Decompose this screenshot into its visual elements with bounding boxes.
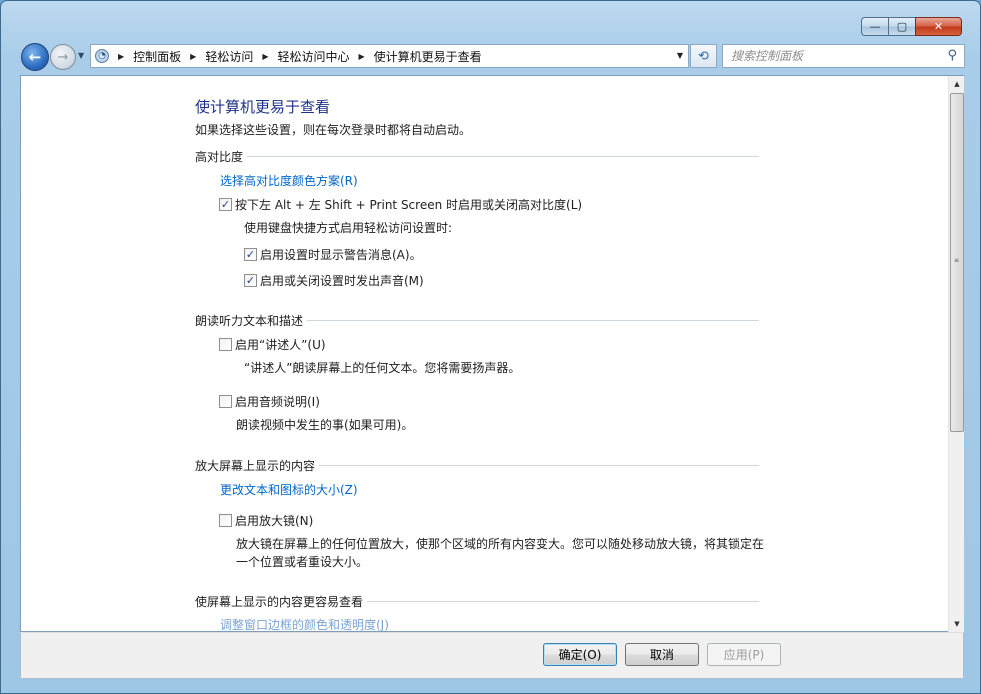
breadcrumb-separator-icon[interactable]: ▶ <box>262 52 268 61</box>
magnifier-description-line1: 放大镜在屏幕上的任何位置放大，使那个区域的所有内容变大。您可以随处移动放大镜，将… <box>236 537 765 551</box>
change-text-size-link[interactable]: 更改文本和图标的大小(Z) <box>220 481 358 498</box>
scroll-down-button[interactable]: ▼ <box>949 616 965 632</box>
warning-message-checkbox[interactable]: ✓ <box>244 248 257 261</box>
magnifier-row[interactable]: 启用放大镜(N) <box>219 512 313 529</box>
dialog-button-bar: 确定(O) 取消 应用(P) <box>20 632 964 679</box>
section-heading: 使屏幕上显示的内容更容易查看 <box>195 595 364 609</box>
section-high-contrast: 高对比度 <box>195 148 759 165</box>
narrator-checkbox[interactable] <box>219 338 232 351</box>
page-title: 使计算机更易于查看 <box>195 98 331 116</box>
maximize-button[interactable]: ▢ <box>888 17 916 36</box>
scroll-up-button[interactable]: ▲ <box>949 76 965 92</box>
section-magnify: 放大屏幕上显示的内容 <box>195 457 759 474</box>
search-box[interactable]: ⚲ <box>722 44 965 68</box>
address-dropdown-icon[interactable]: ▼ <box>677 51 683 60</box>
checkbox-label[interactable]: 启用音频说明(I) <box>235 393 320 410</box>
section-easier-to-see: 使屏幕上显示的内容更容易查看 <box>195 593 759 610</box>
close-button[interactable]: ✕ <box>915 17 962 36</box>
narrator-description: “讲述人”朗读屏幕上的任何文本。您将需要扬声器。 <box>244 361 521 375</box>
checkbox-label[interactable]: 启用或关闭设置时发出声音(M) <box>260 272 424 289</box>
high-contrast-theme-link[interactable]: 选择高对比度颜色方案(R) <box>220 172 358 189</box>
section-heading: 高对比度 <box>195 150 244 164</box>
breadcrumb-separator-icon[interactable]: ▶ <box>190 52 196 61</box>
checkbox-label[interactable]: 启用“讲述人”(U) <box>235 336 326 353</box>
divider <box>307 320 759 321</box>
breadcrumb-separator-icon[interactable]: ▶ <box>118 52 124 61</box>
ok-button[interactable]: 确定(O) <box>543 643 617 666</box>
breadcrumb-control-panel[interactable]: 控制面板 <box>133 48 181 65</box>
checkmark-icon: ✓ <box>220 198 231 211</box>
shortcut-note: 使用键盘快捷方式启用轻松访问设置时: <box>244 221 453 235</box>
magnifier-description-line2: 一个位置或者重设大小。 <box>236 555 369 569</box>
breadcrumb-ease-of-access-center[interactable]: 轻松访问中心 <box>278 48 350 65</box>
audio-description-text: 朗读视频中发生的事(如果可用)。 <box>236 418 414 432</box>
checkbox-label[interactable]: 启用设置时显示警告消息(A)。 <box>260 246 422 263</box>
high-contrast-toggle-row[interactable]: ✓ 按下左 Alt + 左 Shift + Print Screen 时启用或关… <box>219 196 582 213</box>
divider <box>367 601 759 602</box>
recent-pages-dropdown[interactable]: ▼ <box>78 51 84 60</box>
apply-button: 应用(P) <box>707 643 781 666</box>
checkbox-label[interactable]: 启用放大镜(N) <box>235 512 313 529</box>
vertical-scrollbar[interactable]: ▲ ≡ ▼ <box>948 76 964 632</box>
forward-button[interactable]: → <box>50 44 76 70</box>
back-button[interactable]: ← <box>21 43 49 71</box>
search-icon[interactable]: ⚲ <box>947 48 957 63</box>
arrow-right-icon: → <box>57 49 69 65</box>
scroll-thumb[interactable]: ≡ <box>950 93 964 432</box>
audio-description-checkbox[interactable] <box>219 395 232 408</box>
section-heading: 放大屏幕上显示的内容 <box>195 459 316 473</box>
window-frame: — ▢ ✕ ← → ▼ ◔ ▶ 控制面板 ▶ 轻松访问 ▶ 轻松访问中心 ▶ 使… <box>0 0 981 694</box>
breadcrumb-current-page[interactable]: 使计算机更易于查看 <box>374 48 482 65</box>
audio-description-row[interactable]: 启用音频说明(I) <box>219 393 320 410</box>
warning-message-row[interactable]: ✓ 启用设置时显示警告消息(A)。 <box>244 246 422 263</box>
checkbox-label[interactable]: 按下左 Alt + 左 Shift + Print Screen 时启用或关闭高… <box>235 196 582 213</box>
minimize-button[interactable]: — <box>861 17 889 36</box>
page-subtitle: 如果选择这些设置，则在每次登录时都将自动启动。 <box>195 123 472 137</box>
breadcrumb-separator-icon[interactable]: ▶ <box>359 52 365 61</box>
content-pane: 使计算机更易于查看 如果选择这些设置，则在每次登录时都将自动启动。 高对比度 选… <box>20 75 964 632</box>
arrow-left-icon: ← <box>28 48 42 66</box>
grip-icon: ≡ <box>954 257 960 264</box>
section-heading: 朗读听力文本和描述 <box>195 314 304 328</box>
sound-toggle-row[interactable]: ✓ 启用或关闭设置时发出声音(M) <box>244 272 424 289</box>
breadcrumb-ease-of-access[interactable]: 轻松访问 <box>205 48 253 65</box>
window-border-color-link[interactable]: 调整窗口边框的颜色和透明度(J) <box>220 616 389 631</box>
divider <box>247 156 759 157</box>
divider <box>319 465 759 466</box>
section-narrator: 朗读听力文本和描述 <box>195 312 759 329</box>
sound-toggle-checkbox[interactable]: ✓ <box>244 274 257 287</box>
search-input[interactable] <box>731 46 941 66</box>
control-panel-icon: ◔ <box>95 49 109 63</box>
checkmark-icon: ✓ <box>245 248 256 261</box>
checkmark-icon: ✓ <box>245 274 256 287</box>
narrator-row[interactable]: 启用“讲述人”(U) <box>219 336 326 353</box>
high-contrast-shortcut-checkbox[interactable]: ✓ <box>219 198 232 211</box>
caption-buttons: — ▢ ✕ <box>861 17 962 36</box>
address-bar[interactable]: ◔ ▶ 控制面板 ▶ 轻松访问 ▶ 轻松访问中心 ▶ 使计算机更易于查看 ▼ <box>90 44 689 68</box>
magnifier-checkbox[interactable] <box>219 514 232 527</box>
cancel-button[interactable]: 取消 <box>625 643 699 666</box>
refresh-icon: ⟲ <box>698 48 709 64</box>
refresh-button[interactable]: ⟲ <box>690 44 717 68</box>
